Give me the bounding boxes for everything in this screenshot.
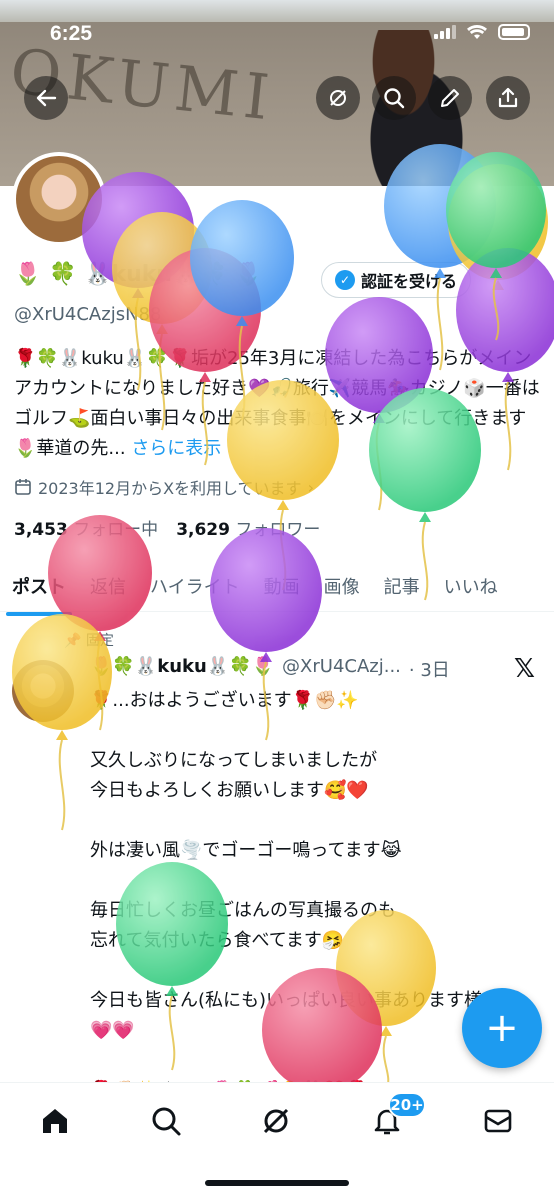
search-icon [384, 88, 405, 109]
edit-icon [441, 89, 459, 107]
tab-likes[interactable]: いいね [432, 573, 510, 599]
tweet-header: 🌷🍀🐰kuku🐰🍀🌷 @XrU4CAzj... · 3日 [90, 656, 520, 682]
compose-button[interactable]: + [462, 988, 542, 1068]
tweet-time: · 3日 [408, 660, 450, 681]
search-icon [152, 1107, 181, 1136]
tab-images[interactable]: 画像 [312, 573, 372, 599]
share-icon [498, 87, 518, 108]
x-logo-icon: 𝕏 [514, 654, 535, 684]
back-button[interactable] [24, 76, 68, 120]
tweet-author[interactable]: 🌷🍀🐰kuku🐰🍀🌷 [90, 656, 274, 682]
nav-home[interactable] [37, 1103, 73, 1139]
verified-badge-icon: ✓ [334, 270, 355, 290]
wifi-icon [467, 24, 487, 39]
status-bar: 6:25 [0, 0, 554, 70]
nav-search[interactable] [148, 1103, 184, 1139]
bio-show-more-link[interactable]: さらに表示 [131, 438, 221, 459]
pinned-text: 固定 [85, 633, 114, 649]
tab-articles[interactable]: 記事 [372, 573, 432, 599]
followers-label: フォロワー [235, 520, 321, 540]
follow-stats: 3,453 フォロー中 3,629 フォロワー [14, 515, 320, 540]
share-button[interactable] [486, 76, 530, 120]
home-indicator[interactable] [205, 1180, 349, 1186]
get-verified-button[interactable]: ✓ 認証を受ける [321, 262, 471, 298]
tab-posts[interactable]: ポスト [0, 573, 78, 616]
cellular-signal-icon [434, 25, 456, 39]
following-count: 3,453 [14, 520, 68, 540]
chevron-right-icon: › [307, 477, 314, 497]
bio-text: 🌹🍀🐰kuku🐰🍀🌹垢が25年3月に凍結した為こちらがメインアカウントになりまし… [14, 348, 540, 459]
followers-link[interactable]: 3,629 フォロワー [176, 515, 320, 540]
search-button[interactable] [372, 76, 416, 120]
tweet-handle[interactable]: @XrU4CAzj... [282, 656, 401, 682]
display-name: 🌷 🍀 🐰kuku🐰🍀 🌷 [14, 262, 262, 287]
join-date[interactable]: 2023年12月からXを利用しています › [14, 475, 314, 499]
following-link[interactable]: 3,453 フォロー中 [14, 515, 158, 540]
status-time: 6:25 [50, 22, 93, 45]
edit-button[interactable] [428, 76, 472, 120]
tweet-avatar[interactable] [12, 660, 74, 722]
tab-highlights[interactable]: ハイライト [138, 573, 252, 599]
profile-avatar[interactable] [12, 152, 106, 246]
nav-grok[interactable] [258, 1103, 294, 1139]
followers-count: 3,629 [176, 520, 230, 540]
mail-icon [484, 1109, 512, 1133]
grok-button[interactable] [316, 76, 360, 120]
get-verified-label: 認証を受ける [360, 272, 457, 291]
tab-replies[interactable]: 返信 [78, 573, 138, 599]
home-icon [43, 1109, 67, 1133]
tab-videos[interactable]: 動画 [252, 573, 312, 599]
join-date-text: 2023年12月からXを利用しています [38, 479, 302, 498]
profile-handle: @XrU4CAzjsN88 [14, 304, 162, 325]
grok-icon [263, 1108, 289, 1134]
calendar-icon [15, 479, 31, 495]
battery-icon [498, 24, 530, 40]
back-arrow-icon [36, 89, 57, 107]
notification-badge: 20+ [388, 1092, 426, 1118]
nav-messages[interactable] [480, 1103, 516, 1139]
grok-icon [330, 90, 346, 106]
profile-tabs: ポスト 返信 ハイライト 動画 画像 記事 いいね [0, 560, 554, 616]
pinned-label: 📌 固定 [64, 633, 114, 649]
profile-bio: 🌹🍀🐰kuku🐰🍀🌹垢が25年3月に凍結した為こちらがメインアカウントになりまし… [14, 344, 544, 464]
following-label: フォロー中 [73, 520, 159, 540]
profile-screen: OKUMI 6:25 🌷 🍀 🐰kuku🐰🍀 🌷 ✓ 認証を受ける @XrU4C… [0, 0, 554, 1200]
